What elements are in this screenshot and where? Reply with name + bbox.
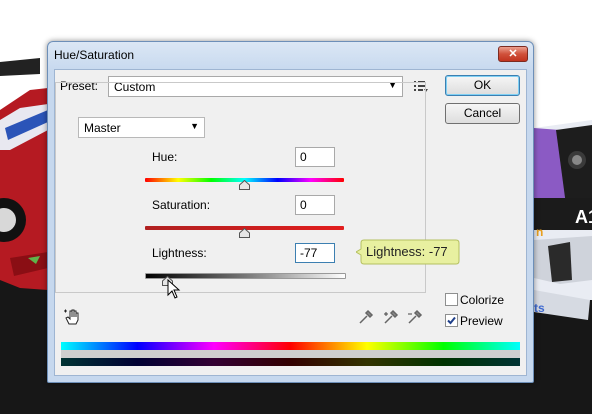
colorize-label: Colorize <box>460 293 505 307</box>
car-side-text: ts <box>534 301 545 315</box>
targeted-adjustment-hand-icon[interactable] <box>63 307 83 327</box>
hue-label: Hue: <box>152 150 178 164</box>
channel-dropdown[interactable]: Master ▼ <box>78 117 205 138</box>
checkmark-icon <box>447 316 456 325</box>
eyedropper-subtract-icon[interactable] <box>407 309 423 325</box>
cancel-button[interactable]: Cancel <box>445 103 520 124</box>
preview-label: Preview <box>460 314 503 328</box>
chevron-down-icon: ▼ <box>190 121 199 131</box>
channel-value: Master <box>84 121 121 135</box>
close-icon: ✕ <box>508 48 518 60</box>
lightness-tooltip: Lightness: -77 <box>356 239 460 265</box>
title-bar[interactable]: Hue/Saturation ✕ <box>48 42 533 68</box>
lightness-input[interactable]: -77 <box>295 243 335 263</box>
ok-button[interactable]: OK <box>445 75 520 96</box>
eyedropper-add-icon[interactable] <box>383 309 399 325</box>
colorize-checkbox[interactable] <box>445 293 458 306</box>
mouse-cursor-icon <box>167 279 181 299</box>
car-sponsor-text: n <box>536 225 543 239</box>
hue-slider-thumb[interactable] <box>239 180 250 190</box>
preview-checkbox[interactable] <box>445 314 458 327</box>
hue-input[interactable]: 0 <box>295 147 335 167</box>
output-color-bar <box>61 358 520 366</box>
car-plate-text: A12 <box>575 207 592 227</box>
saturation-input[interactable]: 0 <box>295 195 335 215</box>
eyedropper-icon[interactable] <box>358 309 374 325</box>
close-button[interactable]: ✕ <box>498 46 528 62</box>
input-color-bar <box>61 342 520 350</box>
bar-separator <box>61 350 520 358</box>
saturation-label: Saturation: <box>152 198 211 212</box>
lightness-label: Lightness: <box>152 246 207 260</box>
dialog-title: Hue/Saturation <box>54 48 135 62</box>
saturation-slider-thumb[interactable] <box>239 228 250 238</box>
tooltip-text: Lightness: -77 <box>366 244 448 259</box>
